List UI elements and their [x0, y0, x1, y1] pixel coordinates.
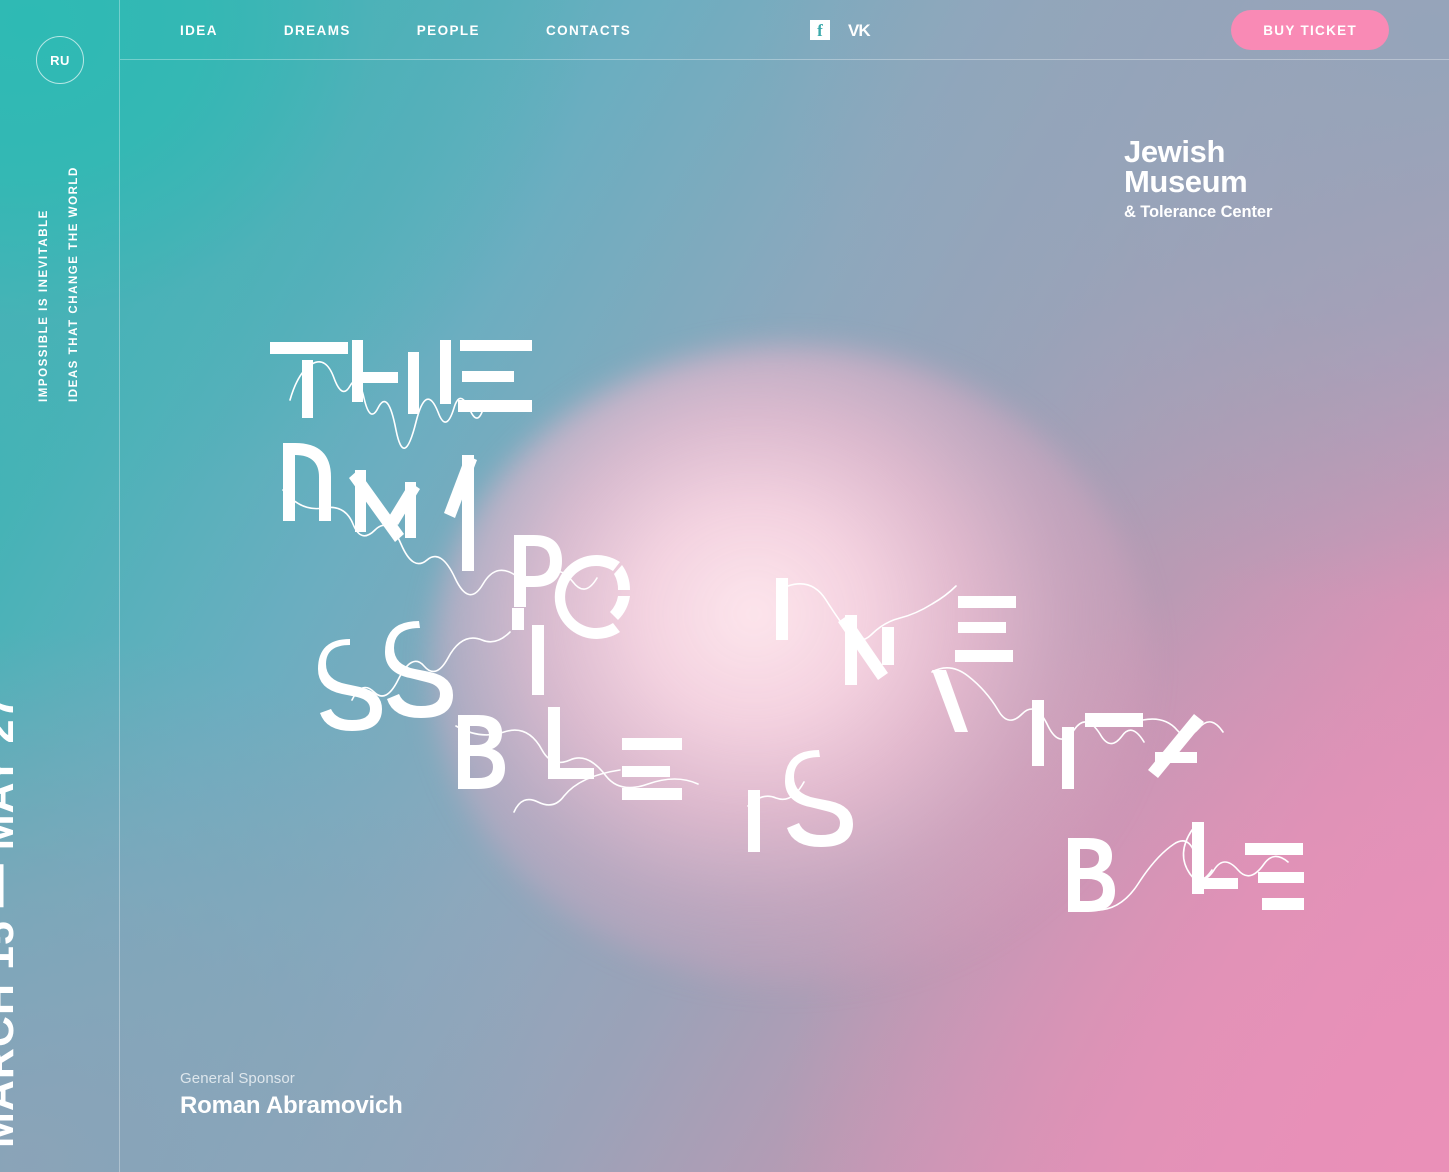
exhibition-dates-label: MARCH 15 — MAY 27 — [0, 693, 23, 1148]
buy-ticket-button[interactable]: BUY TICKET — [1231, 10, 1389, 50]
nav-item-contacts[interactable]: CONTACTS — [546, 23, 631, 38]
nav-item-people[interactable]: PEOPLE — [417, 23, 480, 38]
museum-logo-line-3: & Tolerance Center — [1124, 202, 1273, 221]
social-links: f VK — [810, 0, 871, 60]
exhibition-dates: MARCH 15 — MAY 27 — [0, 688, 120, 1148]
facebook-icon-glyph: f — [817, 21, 823, 40]
sponsor-block: General Sponsor Roman Abramovich — [180, 1070, 403, 1120]
language-toggle-label: RU — [50, 52, 70, 68]
page-root: RU IMPOSSIBLE IS INEVITABLE IDEAS THAT C… — [0, 0, 1449, 1172]
background-pink-glow — [430, 345, 1150, 985]
sponsor-name: Roman Abramovich — [180, 1092, 403, 1119]
nav-item-idea[interactable]: IDEA — [180, 23, 218, 38]
top-navigation-bar: IDEA DREAMS PEOPLE CONTACTS f VK BUY TIC… — [120, 0, 1449, 60]
nav-item-dreams[interactable]: DREAMS — [284, 23, 351, 38]
museum-logo[interactable]: Jewish Museum & Tolerance Center — [1124, 134, 1273, 222]
left-rail: RU IMPOSSIBLE IS INEVITABLE IDEAS THAT C… — [0, 0, 120, 1172]
sponsor-label: General Sponsor — [180, 1070, 295, 1087]
tagline-line-2: IDEAS THAT CHANGE THE WORLD — [68, 166, 80, 402]
main-nav: IDEA DREAMS PEOPLE CONTACTS — [180, 0, 697, 60]
museum-logo-line-2: Museum — [1124, 164, 1248, 200]
language-toggle-ru[interactable]: RU — [36, 36, 84, 84]
vertical-tagline: IMPOSSIBLE IS INEVITABLE IDEAS THAT CHAN… — [0, 112, 120, 402]
tagline-line-1: IMPOSSIBLE IS INEVITABLE — [38, 209, 50, 402]
vk-icon[interactable]: VK — [848, 22, 871, 39]
facebook-icon[interactable]: f — [810, 20, 830, 40]
museum-logo-line-1: Jewish — [1124, 134, 1225, 169]
